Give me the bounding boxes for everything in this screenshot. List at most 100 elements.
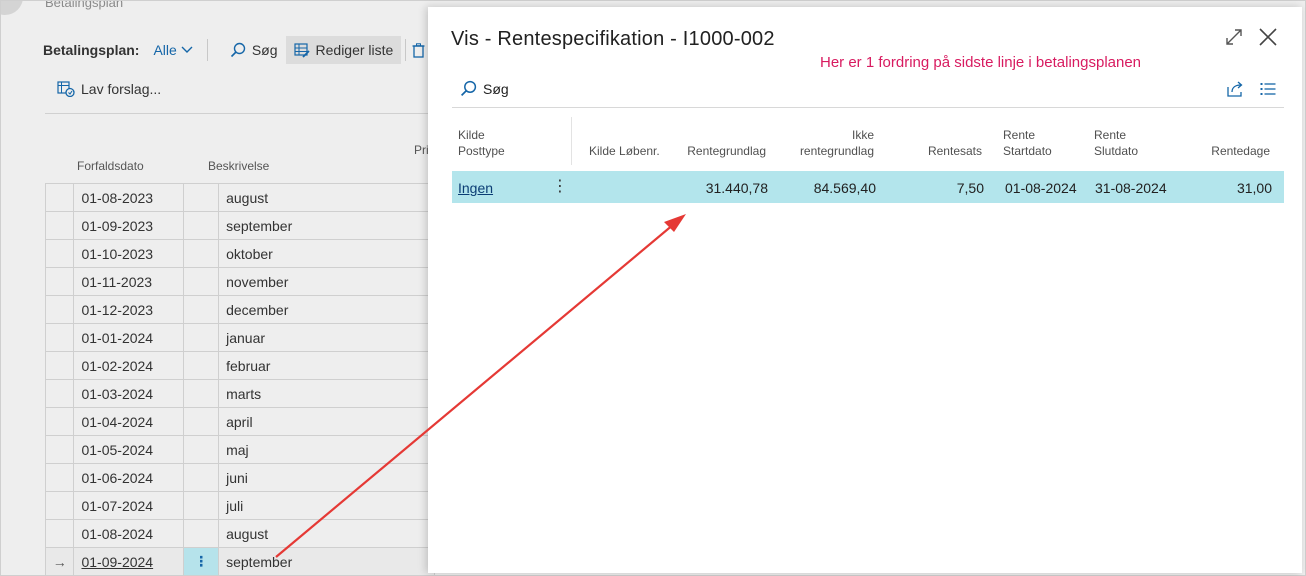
toolbar-divider [405,39,407,61]
column-header-interest-days[interactable]: Rentedage [1211,143,1270,159]
description-cell[interactable]: marts [218,379,435,408]
table-row[interactable]: 01-04-2024 april [44,407,435,436]
end-date-cell[interactable]: 31-08-2024 [1095,180,1167,196]
column-header-due-date[interactable]: Forfaldsdato [77,159,144,173]
due-date-link[interactable]: 01-09-2024 [81,554,153,570]
row-menu-cell [183,267,220,296]
description-cell[interactable]: august [218,519,435,548]
due-date-cell[interactable]: 01-08-2024 [73,519,185,548]
row-menu-cell [183,351,220,380]
description-cell[interactable]: februar [218,351,435,380]
row-indicator [44,211,75,240]
due-date-cell[interactable]: 01-01-2024 [73,323,185,352]
suggest-action[interactable]: Lav forslag... [57,81,161,97]
payment-plan-table: 01-08-2023 august 01-09-2023 september 01-… [44,183,435,575]
table-row[interactable]: 01-08-2023 august [44,183,435,212]
column-header-rate[interactable]: Rentesats [928,143,982,159]
column-header-source-type[interactable]: Kilde Posttype [458,127,505,159]
description-cell[interactable]: september [218,211,435,240]
dialog-action-bar: Søg [452,72,1284,108]
column-divider [571,117,572,165]
description-cell[interactable]: juli [218,491,435,520]
row-menu-cell [183,491,220,520]
row-indicator [44,267,75,296]
description-cell[interactable]: august [218,183,435,212]
due-date-cell[interactable]: 01-08-2023 [73,183,185,212]
row-indicator [44,183,75,212]
due-date-cell[interactable]: 01-11-2023 [73,267,185,296]
due-date-cell[interactable]: 01-04-2024 [73,407,185,436]
due-date-cell[interactable]: 01-05-2024 [73,435,185,464]
column-header-description[interactable]: Beskrivelse [208,159,269,173]
table-row[interactable]: 01-03-2024 marts [44,379,435,408]
due-date-cell[interactable]: 01-09-2023 [73,211,185,240]
source-type-link[interactable]: Ingen [458,180,493,196]
table-row[interactable]: 01-05-2024 maj [44,435,435,464]
table-row[interactable]: 01-11-2023 november [44,267,435,296]
description-cell[interactable]: maj [218,435,435,464]
interest-base-cell[interactable]: 31.440,78 [706,180,768,196]
due-date-cell[interactable]: 01-12-2023 [73,295,185,324]
annotation-note: Her er 1 fordring på sidste linje i beta… [820,54,1142,71]
expand-icon[interactable] [1224,27,1244,47]
table-row[interactable]: 01-02-2024 februar [44,351,435,380]
non-interest-base-cell[interactable]: 84.569,40 [814,180,876,196]
column-header-non-interest-base[interactable]: Ikke rentegrundlag [800,127,874,159]
table-row[interactable]: 01-09-2023 september [44,211,435,240]
rate-cell[interactable]: 7,50 [957,180,984,196]
table-row[interactable]: 01-10-2023 oktober [44,239,435,268]
table-row[interactable]: 01-07-2024 juli [44,491,435,520]
table-row[interactable]: 01-01-2024 januar [44,323,435,352]
column-header-source-no[interactable]: Kilde Løbenr. [589,143,660,159]
row-menu-button[interactable]: ⋮ [183,547,220,575]
row-menu-cell [183,183,220,212]
table-header: Kilde Posttype Kilde Løbenr. Rentegrundla… [452,117,1284,165]
row-indicator [44,351,75,380]
close-icon[interactable] [1258,27,1278,47]
description-cell[interactable]: april [218,407,435,436]
interest-days-cell[interactable]: 31,00 [1237,180,1272,196]
interest-spec-table: Kilde Posttype Kilde Løbenr. Rentegrundla… [452,117,1284,203]
column-header-interest-base[interactable]: Rentegrundlag [687,143,766,159]
back-button[interactable] [1,1,23,15]
dialog-search-button[interactable]: Søg [460,80,509,97]
breadcrumb: Betalingsplan [45,0,124,10]
calculate-suggestion-icon [57,81,75,97]
column-header-start-date[interactable]: Rente Startdato [1003,127,1052,159]
row-indicator [44,295,75,324]
row-menu-cell [183,519,220,548]
row-indicator [44,323,75,352]
due-date-cell[interactable]: 01-09-2024 [73,547,185,575]
row-menu-cell [183,407,220,436]
description-cell[interactable]: september [218,547,435,575]
due-date-cell[interactable]: 01-10-2023 [73,239,185,268]
plan-label: Betalingsplan: [43,42,140,58]
description-cell[interactable]: december [218,295,435,324]
edit-list-button[interactable]: Rediger liste [285,36,402,64]
start-date-cell[interactable]: 01-08-2024 [1005,180,1077,196]
due-date-cell[interactable]: 01-03-2024 [73,379,185,408]
table-row-selected[interactable]: → 01-09-2024 ⋮ september [44,547,435,575]
description-cell[interactable]: november [218,267,435,296]
column-header-price-truncated[interactable]: Pri [414,143,429,157]
description-cell[interactable]: oktober [218,239,435,268]
row-indicator [44,519,75,548]
row-indicator [44,491,75,520]
due-date-cell[interactable]: 01-02-2024 [73,351,185,380]
search-label: Søg [251,42,278,58]
list-view-icon[interactable] [1260,81,1276,97]
table-row[interactable]: 01-12-2023 december [44,295,435,324]
description-cell[interactable]: juni [218,463,435,492]
row-menu-button[interactable]: ⋮ [552,176,568,196]
search-icon [230,42,246,58]
column-header-end-date[interactable]: Rente Slutdato [1094,127,1138,159]
table-row[interactable]: 01-08-2024 august [44,519,435,548]
table-row[interactable]: 01-06-2024 juni [44,463,435,492]
plan-filter-dropdown[interactable]: Alle [153,42,193,58]
search-button[interactable]: Søg [222,36,286,64]
due-date-cell[interactable]: 01-06-2024 [73,463,185,492]
table-row-selected[interactable]: Ingen ⋮ 31.440,78 84.569,40 7,50 01-08-2… [452,171,1284,203]
due-date-cell[interactable]: 01-07-2024 [73,491,185,520]
share-icon[interactable] [1226,80,1244,98]
description-cell[interactable]: januar [218,323,435,352]
